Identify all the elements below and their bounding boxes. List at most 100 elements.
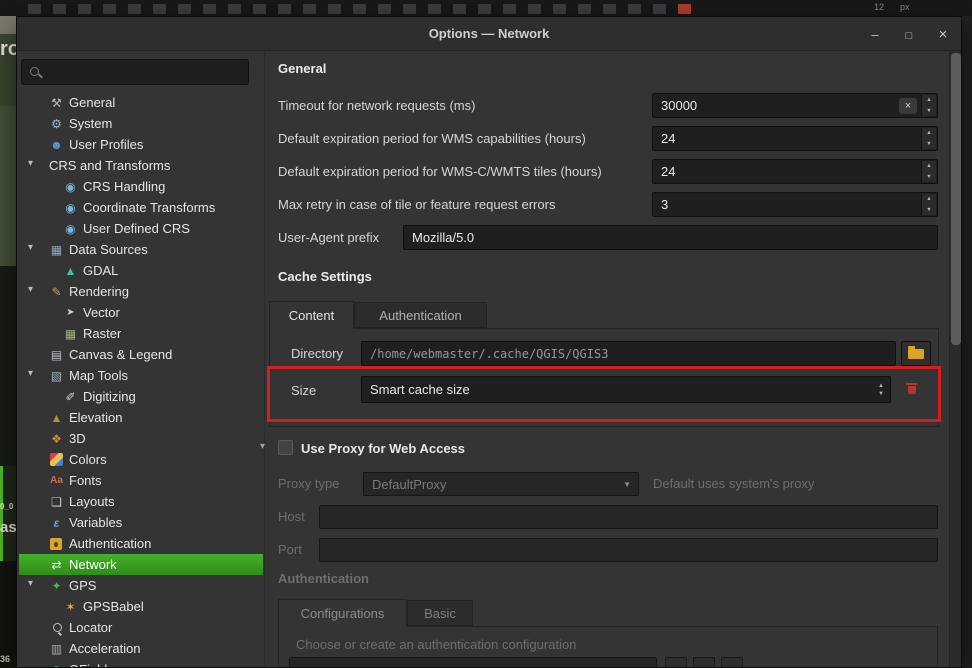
auth-remove-button[interactable] [721, 657, 743, 668]
tab-content[interactable]: Content [269, 301, 354, 329]
toolbar-icon-fragment [228, 4, 241, 14]
options-search-input[interactable] [46, 62, 244, 82]
spin-buttons[interactable] [921, 194, 936, 215]
browse-directory-button[interactable] [901, 341, 931, 366]
sidebar-item-system[interactable]: System [19, 113, 263, 134]
sidebar-item-variables[interactable]: Variables [19, 512, 263, 533]
sidebar-item-network[interactable]: Network [19, 554, 263, 575]
spinner-arrows-icon[interactable] [878, 382, 884, 398]
spin-buttons[interactable] [921, 95, 936, 116]
proxy-port-input[interactable] [319, 538, 938, 562]
sidebar-item-raster[interactable]: Raster [19, 323, 263, 344]
sidebar-item-label: Elevation [69, 410, 122, 425]
expand-arrow-icon[interactable] [28, 368, 33, 379]
sidebar-item-acceleration[interactable]: Acceleration [19, 638, 263, 659]
cache-size-select[interactable]: Smart cache size [361, 376, 891, 403]
sidebar-item-fonts[interactable]: Fonts [19, 470, 263, 491]
sidebar-item-label: Raster [83, 326, 121, 341]
wmts-expiration-value: 24 [661, 164, 675, 179]
sidebar-item-label: Fonts [69, 473, 102, 488]
sidebar-item-3d[interactable]: 3D [19, 428, 263, 449]
pencil-icon [63, 390, 78, 404]
sidebar-item-gps[interactable]: GPS [19, 575, 263, 596]
max-retry-spinbox[interactable]: 3 [652, 192, 938, 217]
auth-add-button[interactable] [665, 657, 687, 668]
sidebar-item-label: 3D [69, 431, 86, 446]
minimize-button[interactable] [865, 24, 885, 44]
color-swatch-icon [50, 453, 63, 466]
expand-arrow-icon[interactable] [28, 578, 33, 589]
gdal-icon [63, 264, 78, 278]
sidebar-item-canvas-legend[interactable]: Canvas & Legend [19, 344, 263, 365]
tab-authentication[interactable]: Authentication [354, 302, 487, 328]
sidebar-item-gdal[interactable]: GDAL [19, 260, 263, 281]
sidebar-item-label: Network [69, 557, 117, 572]
sidebar-item-label: CRS and Transforms [49, 158, 170, 173]
sidebar-item-colors[interactable]: Colors [19, 449, 263, 470]
paintbrush-icon [49, 285, 64, 299]
clear-field-icon[interactable] [899, 98, 917, 114]
clear-cache-trash-icon[interactable] [906, 382, 917, 395]
sidebar-item-label: Rendering [69, 284, 129, 299]
tab-basic[interactable]: Basic [407, 600, 473, 626]
map-label-fragment: ro [0, 38, 16, 61]
sidebar-item-general[interactable]: General [19, 92, 263, 113]
sidebar-item-crs-and-transforms[interactable]: CRS and Transforms [19, 155, 263, 176]
cache-directory-input[interactable]: /home/webmaster/.cache/QGIS/QGIS3 [361, 341, 896, 366]
options-search-box[interactable] [21, 59, 249, 85]
cache-directory-value: /home/webmaster/.cache/QGIS/QGIS3 [370, 347, 608, 361]
content-scrollbar-handle[interactable] [951, 53, 961, 345]
auth-edit-button[interactable] [693, 657, 715, 668]
timeout-spinbox[interactable]: 30000 [652, 93, 938, 118]
sidebar-item-locator[interactable]: Locator [19, 617, 263, 638]
sidebar-item-data-sources[interactable]: Data Sources [19, 239, 263, 260]
vector-icon [63, 307, 78, 318]
close-button[interactable] [933, 24, 953, 44]
gpsbabel-icon [63, 600, 78, 614]
expand-arrow-icon[interactable] [28, 158, 33, 169]
maximize-button[interactable] [899, 24, 919, 44]
proxy-host-input[interactable] [319, 505, 938, 529]
sidebar-item-rendering[interactable]: Rendering [19, 281, 263, 302]
collapse-arrow-icon[interactable] [260, 441, 265, 452]
map-tools-icon [49, 369, 64, 383]
sidebar-item-gpsbabel[interactable]: GPSBabel [19, 596, 263, 617]
toolbar-icon-fragment [678, 4, 691, 14]
expand-arrow-icon[interactable] [28, 284, 33, 295]
auth-hint: Choose or create an authentication confi… [296, 632, 576, 657]
toolbar-icon-fragment [628, 4, 641, 14]
dialog-titlebar[interactable]: Options — Network [17, 17, 961, 51]
tab-configurations[interactable]: Configurations [278, 599, 407, 627]
toolbar-icon-fragment [528, 4, 541, 14]
expand-arrow-icon[interactable] [28, 242, 33, 253]
proxy-type-select[interactable]: DefaultProxy [363, 472, 639, 496]
sidebar-item-user-profiles[interactable]: User Profiles [19, 134, 263, 155]
sidebar-item-coordinate-transforms[interactable]: Coordinate Transforms [19, 197, 263, 218]
qfield-icon [49, 663, 64, 668]
sidebar-item-user-defined-crs[interactable]: User Defined CRS [19, 218, 263, 239]
sidebar-item-map-tools[interactable]: Map Tools [19, 365, 263, 386]
wmts-expiration-label: Default expiration period for WMS-C/WMTS… [278, 159, 602, 184]
toolbar-icon-fragment [103, 4, 116, 14]
sidebar-item-elevation[interactable]: Elevation [19, 407, 263, 428]
auth-config-select[interactable] [289, 657, 657, 668]
spin-buttons[interactable] [921, 161, 936, 182]
tab-label: Content [289, 308, 335, 323]
search-icon [30, 67, 39, 76]
user-agent-input[interactable]: Mozilla/5.0 [403, 225, 938, 250]
tab-label: Authentication [379, 308, 461, 323]
toolbar-icon-fragment [53, 4, 66, 14]
sidebar-item-vector[interactable]: Vector [19, 302, 263, 323]
sidebar-item-crs-handling[interactable]: CRS Handling [19, 176, 263, 197]
use-proxy-checkbox[interactable] [278, 440, 293, 455]
acceleration-icon [49, 642, 64, 656]
sidebar-item-layouts[interactable]: Layouts [19, 491, 263, 512]
toolbar-icon-fragment [478, 4, 491, 14]
wms-expiration-spinbox[interactable]: 24 [652, 126, 938, 151]
wmts-expiration-spinbox[interactable]: 24 [652, 159, 938, 184]
sidebar-item-digitizing[interactable]: Digitizing [19, 386, 263, 407]
sidebar-item-authentication[interactable]: Authentication [19, 533, 263, 554]
sidebar-item-label: CRS Handling [83, 179, 165, 194]
sidebar-item-qfield[interactable]: QField [19, 659, 263, 668]
spin-buttons[interactable] [921, 128, 936, 149]
